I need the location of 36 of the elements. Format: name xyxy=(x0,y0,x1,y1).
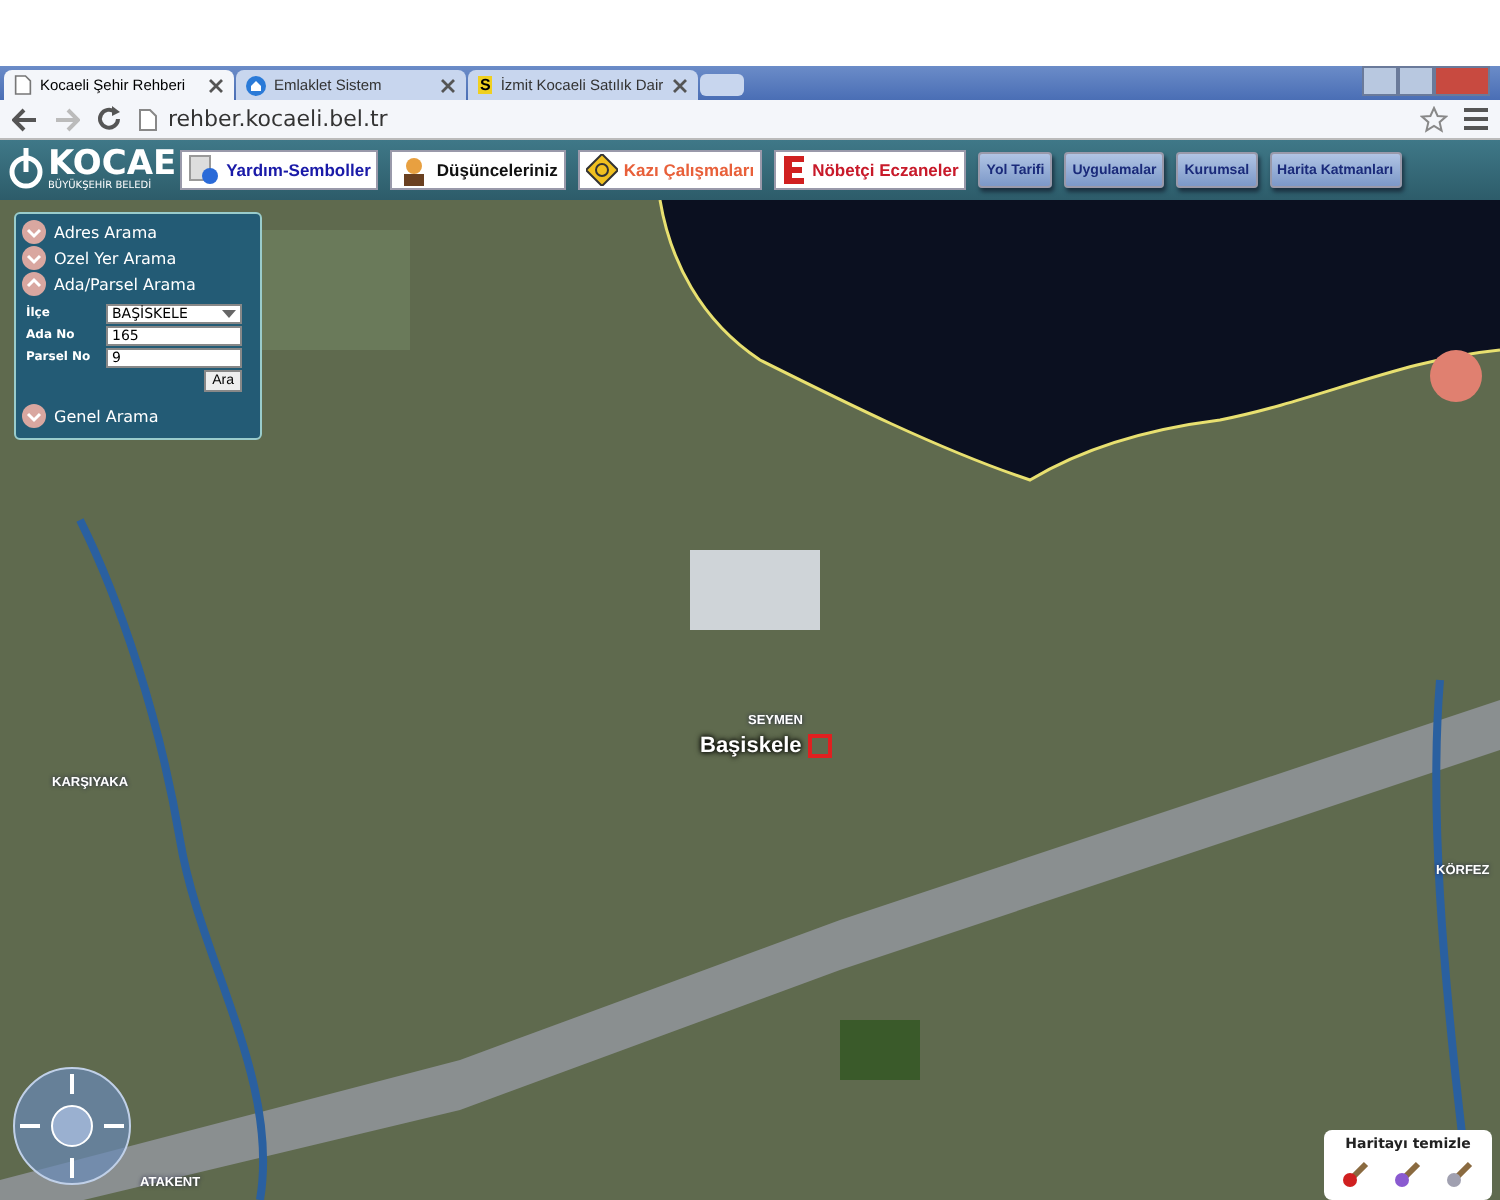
star-icon[interactable] xyxy=(1420,105,1448,133)
expand-icon xyxy=(22,403,46,427)
nav-button[interactable]: Nöbetçi Eczaneler xyxy=(774,150,967,190)
reload-icon[interactable] xyxy=(96,106,122,132)
eraser-icon[interactable] xyxy=(1342,1160,1370,1188)
location-marker-icon xyxy=(808,734,832,758)
house-icon xyxy=(246,75,266,95)
emblem-icon xyxy=(8,148,44,192)
close-icon[interactable] xyxy=(208,77,224,93)
accordion-header[interactable]: Adres Arama xyxy=(22,220,254,246)
accordion-header[interactable]: Ada/Parsel Arama xyxy=(22,272,254,298)
page-icon xyxy=(14,74,32,96)
expand-icon xyxy=(22,245,46,269)
close-icon[interactable] xyxy=(672,77,688,93)
minimize-button[interactable] xyxy=(1362,66,1398,96)
page-icon xyxy=(138,107,158,131)
maximize-button[interactable] xyxy=(1398,66,1434,96)
nav-button[interactable]: Düşünceleriniz xyxy=(390,150,566,190)
back-icon[interactable] xyxy=(12,107,38,131)
eraser-icon[interactable] xyxy=(1446,1160,1474,1188)
pharmacy-icon xyxy=(782,154,807,186)
new-tab-button[interactable] xyxy=(700,74,744,96)
accordion-header[interactable]: Genel Arama xyxy=(22,404,254,430)
dropdown-arrow-icon xyxy=(222,309,236,317)
symbol-icon xyxy=(188,154,221,186)
accordion-header[interactable]: Ozel Yer Arama xyxy=(22,246,254,272)
close-icon[interactable] xyxy=(440,77,456,93)
map-label: Başiskele xyxy=(700,734,802,758)
nav-button[interactable]: Yardım-Semboller xyxy=(180,150,379,190)
site-favicon: S xyxy=(478,76,493,94)
warning-sign-icon xyxy=(585,154,618,186)
collapse-icon xyxy=(22,271,46,295)
menu-icon[interactable] xyxy=(1464,108,1488,130)
eraser-icon[interactable] xyxy=(1394,1160,1422,1188)
pan-control-icon[interactable] xyxy=(12,1066,132,1186)
expand-icon xyxy=(22,219,46,243)
